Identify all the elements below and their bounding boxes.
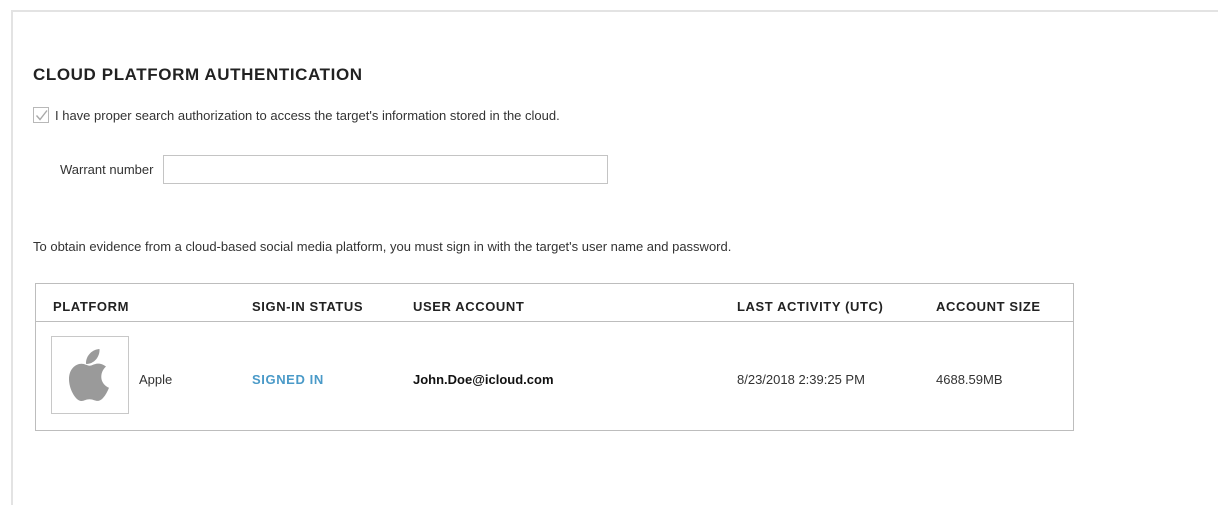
warrant-number-input[interactable] xyxy=(163,155,609,184)
last-activity: 8/23/2018 2:39:25 PM xyxy=(737,372,865,387)
header-account-size: ACCOUNT SIZE xyxy=(936,299,1041,314)
page-title: CLOUD PLATFORM AUTHENTICATION xyxy=(33,65,363,84)
user-account: John.Doe@icloud.com xyxy=(413,372,554,387)
header-sign-in-status: SIGN-IN STATUS xyxy=(252,299,364,314)
authorization-checkbox[interactable] xyxy=(33,107,49,123)
instructions-text: To obtain evidence from a cloud-based so… xyxy=(33,239,732,254)
platform-logo xyxy=(51,336,129,414)
header-user-account: USER ACCOUNT xyxy=(413,299,525,314)
platform-table: PLATFORM SIGN-IN STATUS USER ACCOUNT LAS… xyxy=(35,283,1074,431)
warrant-label: Warrant number xyxy=(60,162,154,177)
apple-logo-icon xyxy=(69,349,109,402)
platform-name: Apple xyxy=(139,372,173,387)
header-last-activity: LAST ACTIVITY (UTC) xyxy=(737,299,884,314)
table-row[interactable]: Apple SIGNED IN John.Doe@icloud.com 8/23… xyxy=(36,322,1073,430)
status-badge: SIGNED IN xyxy=(252,372,324,387)
authorization-label: I have proper search authorization to ac… xyxy=(55,107,560,123)
table-header: PLATFORM SIGN-IN STATUS USER ACCOUNT LAS… xyxy=(36,284,1073,322)
header-platform: PLATFORM xyxy=(53,299,130,314)
warrant-row: Warrant number xyxy=(60,155,609,184)
checkmark-icon xyxy=(35,109,48,121)
account-size: 4688.59MB xyxy=(936,372,1003,387)
authorization-row: I have proper search authorization to ac… xyxy=(33,107,560,123)
